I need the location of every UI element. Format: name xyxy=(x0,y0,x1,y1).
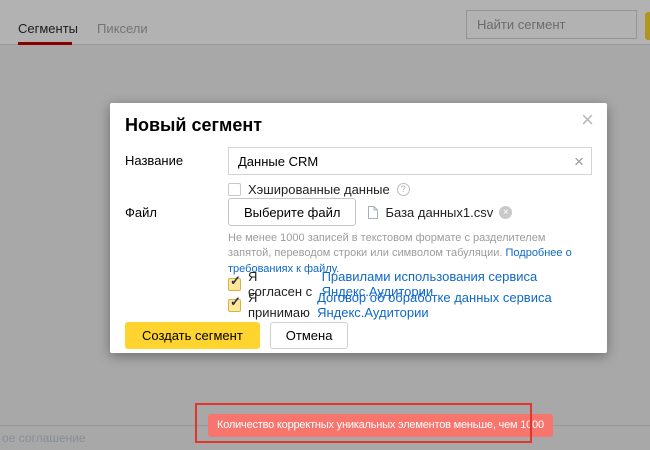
info-icon[interactable]: ? xyxy=(397,183,410,196)
hint-text: Не менее 1000 записей в текстовом формат… xyxy=(228,232,545,259)
file-field-label: Файл xyxy=(125,205,157,220)
file-icon xyxy=(367,205,379,220)
error-toast: Количество корректных уникальных элемент… xyxy=(208,414,553,437)
name-field-label: Название xyxy=(125,153,183,168)
cancel-button[interactable]: Отмена xyxy=(270,322,349,349)
contract-checkbox[interactable]: ✓ xyxy=(228,299,241,312)
clear-input-icon[interactable]: × xyxy=(567,153,591,170)
segment-name-field: × xyxy=(228,147,592,175)
segment-name-input[interactable] xyxy=(229,154,567,169)
remove-file-icon[interactable]: × xyxy=(499,206,512,219)
file-name: База данных1.csv xyxy=(385,205,493,220)
file-row: Выберите файл База данных1.csv × xyxy=(228,198,512,226)
modal-title: Новый сегмент xyxy=(125,115,262,136)
modal-actions: Создать сегмент Отмена xyxy=(125,322,348,349)
agreement-row-contract: ✓ Я принимаю Договор об обработке данных… xyxy=(228,290,607,320)
hashed-data-checkbox[interactable] xyxy=(228,183,241,196)
choose-file-button[interactable]: Выберите файл xyxy=(228,198,356,226)
hashed-data-row: Хэшированные данные ? xyxy=(228,182,410,197)
create-segment-button[interactable]: Создать сегмент xyxy=(125,322,260,349)
new-segment-modal: Новый сегмент × Название × Хэшированные … xyxy=(110,103,607,353)
check-icon: ✓ xyxy=(230,294,241,310)
uploaded-file-chip: База данных1.csv × xyxy=(367,205,512,220)
contract-link[interactable]: Договор об обработке данных сервиса Янде… xyxy=(317,290,607,320)
close-icon[interactable]: × xyxy=(581,109,594,131)
check-icon: ✓ xyxy=(230,273,241,289)
screen: Сегменты Пиксели ое соглашение Новый сег… xyxy=(0,0,650,450)
contract-text: Я принимаю xyxy=(248,290,310,320)
rules-checkbox[interactable]: ✓ xyxy=(228,278,241,291)
hashed-data-label: Хэшированные данные xyxy=(248,182,390,197)
